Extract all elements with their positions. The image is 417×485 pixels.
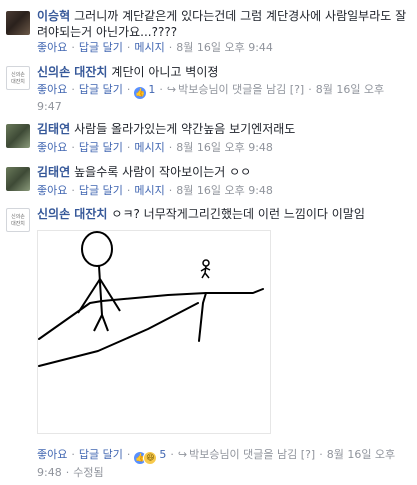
like-link[interactable]: 좋아요 xyxy=(37,83,67,96)
comment-body: 그러니까 계단같은게 있다는건데 그럼 계단경사에 사람일부라도 잘려야되는거 … xyxy=(37,9,407,39)
like-reaction-icon[interactable]: 👍 xyxy=(134,87,147,99)
message-link[interactable]: 메시지 xyxy=(134,184,164,197)
reaction-count[interactable]: 5 xyxy=(159,448,166,461)
reply-arrow-icon: ↪ xyxy=(166,83,177,96)
comment-actions: 좋아요 · 답글 달기 · 메시지 · 8월 16일 오후 9:44 xyxy=(37,41,273,54)
comment-image[interactable] xyxy=(37,230,271,434)
avatar-text-line: 신의손 xyxy=(11,72,25,78)
comment-actions: 좋아요 · 답글 달기 · 메시지 · 8월 16일 오후 9:48 xyxy=(37,184,273,197)
timestamp[interactable]: 8월 16일 오후 9:48 xyxy=(176,184,273,197)
comment-actions: 좋아요 · 답글 달기 · 메시지 · 8월 16일 오후 9:48 xyxy=(37,141,273,154)
like-link[interactable]: 좋아요 xyxy=(37,141,67,154)
reply-link[interactable]: 답글 달기 xyxy=(79,448,123,461)
comment-author[interactable]: 김태연 xyxy=(37,122,70,136)
reply-link[interactable]: 답글 달기 xyxy=(79,141,123,154)
avatar[interactable]: 신의손 대잔치 xyxy=(6,66,30,90)
edited-label[interactable]: 수정됨 xyxy=(73,466,103,479)
avatar[interactable]: 신의손 대잔치 xyxy=(6,208,30,232)
flag-link[interactable]: [?] xyxy=(290,83,304,96)
like-link[interactable]: 좋아요 xyxy=(37,448,67,461)
like-link[interactable]: 좋아요 xyxy=(37,184,67,197)
avatar[interactable] xyxy=(6,11,30,35)
reply-link[interactable]: 답글 달기 xyxy=(79,184,123,197)
avatar-text-line: 대잔치 xyxy=(11,221,25,227)
timestamp[interactable]: 8월 16일 오후 9:44 xyxy=(176,41,273,54)
comment-author[interactable]: 이승혁 xyxy=(37,9,70,23)
timestamp[interactable]: 8월 16일 오후 9:48 xyxy=(176,141,273,154)
comment-body: 사람들 올라가있는게 약간높음 보기엔저래도 xyxy=(74,122,296,136)
comment-body: 높을수록 사람이 작아보이는거 ㅇㅇ xyxy=(74,165,252,179)
like-link[interactable]: 좋아요 xyxy=(37,41,67,54)
reply-note[interactable]: 박보승님이 댓글을 남김 xyxy=(189,448,297,461)
comment-actions: 좋아요 · 답글 달기 · 👍😆 5 · ↪ 박보승님이 댓글을 남김 [?] · 8월 16일 오… xyxy=(37,448,396,479)
comment-author[interactable]: 김태연 xyxy=(37,165,70,179)
avatar-text-line: 신의손 xyxy=(11,214,25,220)
haha-reaction-icon[interactable]: 😆 xyxy=(143,451,158,465)
avatar[interactable] xyxy=(6,124,30,148)
reply-arrow-icon: ↪ xyxy=(177,448,188,461)
flag-link[interactable]: [?] xyxy=(301,448,315,461)
comment-author[interactable]: 신의손 대잔치 xyxy=(37,207,107,221)
message-link[interactable]: 메시지 xyxy=(134,41,164,54)
avatar[interactable] xyxy=(6,167,30,191)
reply-link[interactable]: 답글 달기 xyxy=(79,41,123,54)
comment-body: 계단이 아니고 벽이졍 xyxy=(111,65,219,79)
reaction-count[interactable]: 1 xyxy=(148,83,155,96)
comment-actions: 좋아요 · 답글 달기 · 👍 1 · ↪ 박보승님이 댓글을 남김 [?] · 8월 16일 오후… xyxy=(37,83,385,113)
message-link[interactable]: 메시지 xyxy=(134,141,164,154)
comment-body: ㅇㅋ? 너무작게그리긴했는데 이런 느낌이다 이말임 xyxy=(111,207,365,221)
comment-author[interactable]: 신의손 대잔치 xyxy=(37,65,107,79)
reply-link[interactable]: 답글 달기 xyxy=(79,83,123,96)
avatar-text-line: 대잔치 xyxy=(11,79,25,85)
stick-figure-drawing xyxy=(38,231,264,367)
reply-note[interactable]: 박보승님이 댓글을 남김 xyxy=(178,83,286,96)
